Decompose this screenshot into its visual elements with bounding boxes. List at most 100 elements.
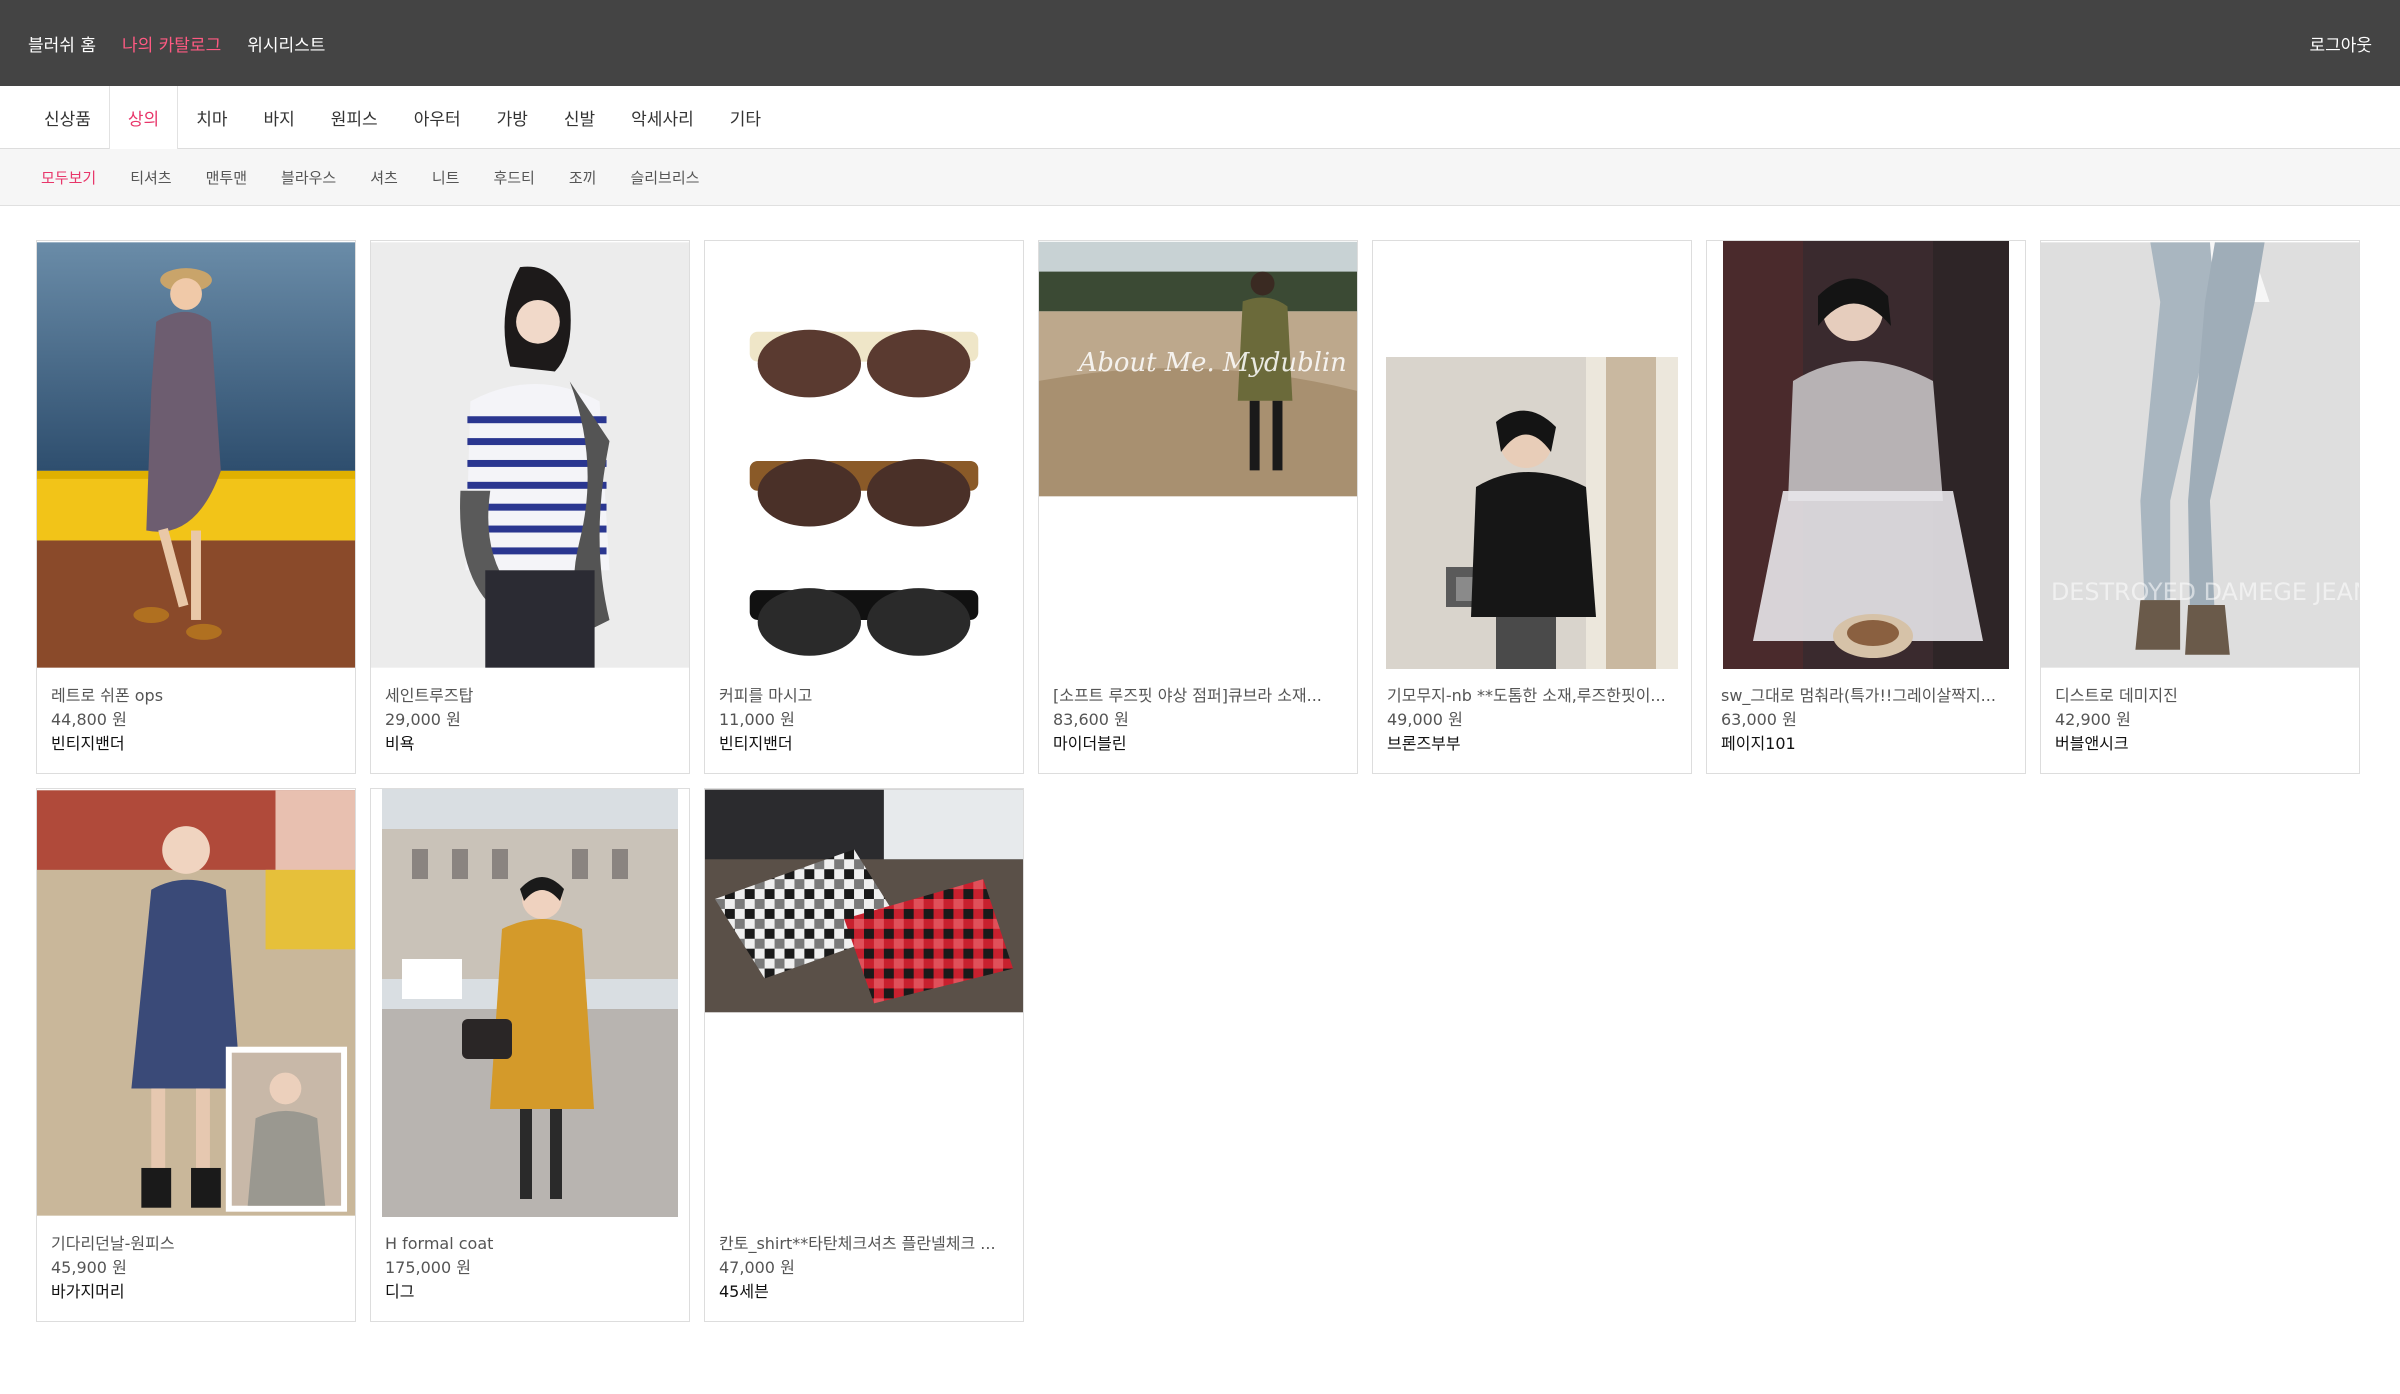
product-info: H formal coat 175,000 원 디그 — [385, 1232, 675, 1304]
product-shop[interactable]: 페이지101 — [1721, 732, 2011, 756]
product-name[interactable]: 세인트루즈탑 — [385, 684, 675, 708]
product-photo — [37, 242, 355, 668]
product-photo — [1723, 241, 2009, 669]
product-photo — [382, 789, 678, 1217]
product-card[interactable]: 커피를 마시고 11,000 원 빈티지밴더 — [704, 240, 1024, 774]
product-info: 레트로 쉬폰 ops 44,800 원 빈티지밴더 — [51, 684, 341, 756]
product-shop[interactable]: 버블앤시크 — [2055, 732, 2345, 756]
product-shop[interactable]: 바가지머리 — [51, 1280, 341, 1304]
product-card[interactable]: DESTROYED DAMEGE JEANS 디스트로 데미지진 42,900 … — [2040, 240, 2360, 774]
product-price: 45,900 원 — [51, 1258, 127, 1277]
product-info: sw_그대로 멈춰라(특가!!그레이살짝지... 63,000 원 페이지101 — [1721, 684, 2011, 756]
product-price: 175,000 원 — [385, 1258, 471, 1277]
product-price: 11,000 원 — [719, 710, 795, 729]
category-tab-accessories[interactable]: 악세사리 — [613, 86, 712, 148]
product-image[interactable] — [1373, 241, 1691, 669]
product-price: 63,000 원 — [1721, 710, 1797, 729]
subcategory-tshirts[interactable]: 티셔츠 — [113, 167, 188, 188]
product-photo — [371, 242, 689, 668]
category-nav: 신상품 상의 치마 바지 원피스 아우터 가방 신발 악세사리 기타 — [0, 86, 2400, 149]
product-name[interactable]: 기모무지-nb **도톰한 소재,루즈한핏이... — [1387, 684, 1677, 708]
subcategory-blouses[interactable]: 블라우스 — [264, 167, 353, 188]
product-card[interactable]: 레트로 쉬폰 ops 44,800 원 빈티지밴더 — [36, 240, 356, 774]
product-card[interactable]: H formal coat 175,000 원 디그 — [370, 788, 690, 1322]
product-image[interactable]: DESTROYED DAMEGE JEANS — [2041, 241, 2359, 669]
product-card[interactable]: 칸토_shirt**타탄체크셔츠 플란넬체크 ... 47,000 원 45세븐 — [704, 788, 1024, 1322]
product-info: 기모무지-nb **도톰한 소재,루즈한핏이... 49,000 원 브론즈부부 — [1387, 684, 1677, 756]
product-shop[interactable]: 45세븐 — [719, 1280, 1009, 1304]
subcategory-knits[interactable]: 니트 — [415, 167, 477, 188]
product-name[interactable]: 커피를 마시고 — [719, 684, 1009, 708]
product-price: 29,000 원 — [385, 710, 461, 729]
category-tab-pants[interactable]: 바지 — [245, 86, 312, 148]
product-photo: DESTROYED DAMEGE JEANS — [2041, 242, 2359, 668]
product-info: [소프트 루즈핏 야상 점퍼]큐브라 소재... 83,600 원 마이더블린 — [1053, 684, 1343, 756]
product-name[interactable]: 디스트로 데미지진 — [2055, 684, 2345, 708]
category-tab-dresses[interactable]: 원피스 — [313, 86, 396, 148]
product-card[interactable]: About Me. Mydublin [소프트 루즈핏 야상 점퍼]큐브라 소재… — [1038, 240, 1358, 774]
product-name[interactable]: 기다리던날-원피스 — [51, 1232, 341, 1256]
product-price: 44,800 원 — [51, 710, 127, 729]
product-image[interactable] — [371, 241, 689, 669]
product-shop[interactable]: 브론즈부부 — [1387, 732, 1677, 756]
product-card[interactable]: 기다리던날-원피스 45,900 원 바가지머리 — [36, 788, 356, 1322]
product-grid: 레트로 쉬폰 ops 44,800 원 빈티지밴더 세인트루즈탑 29,000 … — [36, 240, 2360, 1322]
product-image[interactable] — [371, 789, 689, 1217]
product-price: 42,900 원 — [2055, 710, 2131, 729]
product-image[interactable] — [37, 789, 355, 1217]
subcategory-hoodies[interactable]: 후드티 — [476, 167, 551, 188]
product-shop[interactable]: 빈티지밴더 — [51, 732, 341, 756]
product-info: 세인트루즈탑 29,000 원 비욕 — [385, 684, 675, 756]
top-navigation-bar: 블러쉬 홈 나의 카탈로그 위시리스트 로그아웃 — [0, 0, 2400, 86]
category-tab-shoes[interactable]: 신발 — [546, 86, 613, 148]
my-catalog-link[interactable]: 나의 카탈로그 — [122, 31, 221, 56]
subcategory-nav: 모두보기 티셔츠 맨투맨 블라우스 셔츠 니트 후드티 조끼 슬리브리스 — [0, 149, 2400, 206]
product-name[interactable]: sw_그대로 멈춰라(특가!!그레이살짝지... — [1721, 684, 2011, 708]
product-photo — [1386, 357, 1678, 669]
product-price: 47,000 원 — [719, 1258, 795, 1277]
product-price: 49,000 원 — [1387, 710, 1463, 729]
product-info: 커피를 마시고 11,000 원 빈티지밴더 — [719, 684, 1009, 756]
product-image[interactable] — [37, 241, 355, 669]
category-tab-new[interactable]: 신상품 — [26, 86, 109, 148]
wishlist-link[interactable]: 위시리스트 — [247, 31, 325, 56]
product-image[interactable] — [705, 789, 1023, 1217]
product-photo: About Me. Mydublin — [1039, 241, 1357, 497]
product-photo — [705, 242, 1023, 668]
product-card[interactable]: 기모무지-nb **도톰한 소재,루즈한핏이... 49,000 원 브론즈부부 — [1372, 240, 1692, 774]
home-link[interactable]: 블러쉬 홈 — [28, 31, 96, 56]
product-shop[interactable]: 디그 — [385, 1280, 675, 1304]
logout-link[interactable]: 로그아웃 — [2309, 31, 2372, 56]
image-overlay-text: DESTROYED DAMEGE JEANS — [2051, 578, 2359, 606]
product-photo — [705, 789, 1023, 1013]
product-name[interactable]: 칸토_shirt**타탄체크셔츠 플란넬체크 ... — [719, 1232, 1009, 1256]
product-name[interactable]: H formal coat — [385, 1232, 675, 1256]
product-info: 디스트로 데미지진 42,900 원 버블앤시크 — [2055, 684, 2345, 756]
category-tab-etc[interactable]: 기타 — [712, 86, 779, 148]
product-name[interactable]: [소프트 루즈핏 야상 점퍼]큐브라 소재... — [1053, 684, 1343, 708]
subcategory-vests[interactable]: 조끼 — [552, 167, 614, 188]
product-shop[interactable]: 빈티지밴더 — [719, 732, 1009, 756]
category-tab-tops[interactable]: 상의 — [108, 86, 179, 149]
product-photo — [37, 790, 355, 1216]
product-name[interactable]: 레트로 쉬폰 ops — [51, 684, 341, 708]
subcategory-sweatshirts[interactable]: 맨투맨 — [189, 167, 264, 188]
subcategory-sleeveless[interactable]: 슬리브리스 — [613, 167, 716, 188]
product-shop[interactable]: 마이더블린 — [1053, 732, 1343, 756]
top-nav-links: 블러쉬 홈 나의 카탈로그 위시리스트 — [28, 31, 325, 56]
product-shop[interactable]: 비욕 — [385, 732, 675, 756]
category-tab-outer[interactable]: 아우터 — [396, 86, 479, 148]
product-image[interactable] — [1707, 241, 2025, 669]
product-info: 칸토_shirt**타탄체크셔츠 플란넬체크 ... 47,000 원 45세븐 — [719, 1232, 1009, 1304]
subcategory-shirts[interactable]: 셔츠 — [353, 167, 415, 188]
product-card[interactable]: sw_그대로 멈춰라(특가!!그레이살짝지... 63,000 원 페이지101 — [1706, 240, 2026, 774]
product-image[interactable]: About Me. Mydublin — [1039, 241, 1357, 669]
product-info: 기다리던날-원피스 45,900 원 바가지머리 — [51, 1232, 341, 1304]
category-tab-skirts[interactable]: 치마 — [178, 86, 245, 148]
product-card[interactable]: 세인트루즈탑 29,000 원 비욕 — [370, 240, 690, 774]
product-price: 83,600 원 — [1053, 710, 1129, 729]
image-script-text: About Me. Mydublin — [1077, 348, 1347, 378]
category-tab-bags[interactable]: 가방 — [479, 86, 546, 148]
product-image[interactable] — [705, 241, 1023, 669]
subcategory-all[interactable]: 모두보기 — [24, 167, 113, 188]
